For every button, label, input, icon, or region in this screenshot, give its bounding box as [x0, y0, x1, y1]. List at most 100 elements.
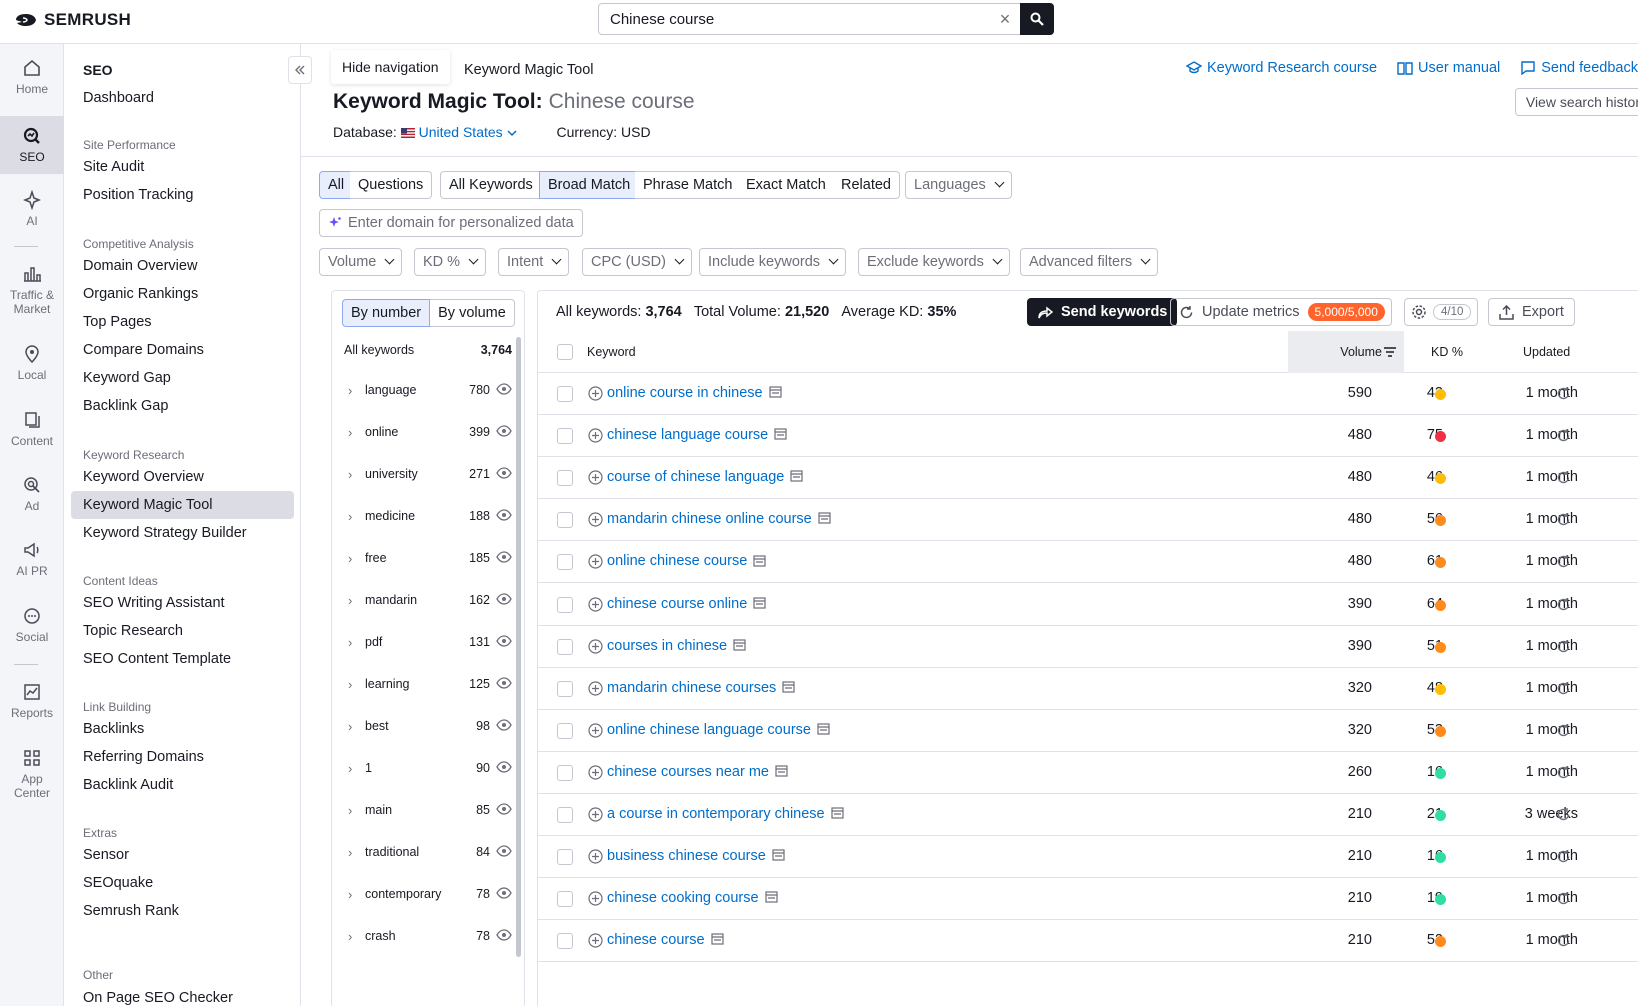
eye-icon[interactable]	[496, 887, 512, 899]
by-number-button[interactable]: By number	[342, 299, 431, 327]
filter-cpc[interactable]: CPC (USD)	[582, 248, 692, 276]
by-volume-button[interactable]: By volume	[430, 299, 515, 327]
row-checkbox[interactable]	[557, 764, 573, 781]
rail-ai-pr[interactable]: AI PR	[0, 540, 64, 582]
serp-icon[interactable]	[831, 807, 844, 819]
keyword-group-item[interactable]: › contemporary 78	[332, 873, 518, 915]
eye-icon[interactable]	[496, 761, 512, 773]
sidenav-item-keyword-strategy-builder[interactable]: Keyword Strategy Builder	[71, 519, 294, 547]
rail-traffic[interactable]: Traffic & Market	[0, 264, 64, 322]
keyword-group-item[interactable]: › free 185	[332, 537, 518, 579]
rail-reports[interactable]: Reports	[0, 682, 64, 724]
column-kd[interactable]: KD %	[1431, 331, 1463, 373]
rail-home[interactable]: Home	[0, 58, 64, 104]
rail-ai[interactable]: AI	[0, 190, 64, 230]
filter-kd[interactable]: KD %	[414, 248, 487, 276]
rail-content[interactable]: Content	[0, 410, 64, 452]
sidenav-item-semrush-rank[interactable]: Semrush Rank	[71, 897, 294, 925]
refresh-icon[interactable]	[1556, 386, 1571, 401]
refresh-icon[interactable]	[1556, 512, 1571, 527]
add-to-list-icon[interactable]	[588, 428, 603, 443]
refresh-icon[interactable]	[1556, 891, 1571, 906]
sidenav-item-dashboard[interactable]: Dashboard	[71, 84, 294, 112]
eye-icon[interactable]	[496, 509, 512, 521]
row-checkbox[interactable]	[557, 680, 573, 697]
row-checkbox[interactable]	[557, 596, 573, 613]
view-search-history-button[interactable]: View search history	[1514, 88, 1638, 116]
sidenav-item-referring-domains[interactable]: Referring Domains	[71, 743, 294, 771]
refresh-icon[interactable]	[1556, 639, 1571, 654]
add-to-list-icon[interactable]	[588, 933, 603, 948]
tab-questions[interactable]: Questions	[350, 171, 433, 199]
keyword-link[interactable]: mandarin chinese online course	[607, 511, 831, 527]
serp-icon[interactable]	[753, 554, 766, 567]
eye-icon[interactable]	[496, 383, 512, 395]
keyword-group-item[interactable]: › learning 125	[332, 663, 518, 705]
column-keyword[interactable]: Keyword	[587, 331, 636, 373]
row-checkbox[interactable]	[557, 470, 573, 487]
eye-icon[interactable]	[496, 845, 512, 857]
chevron-right-icon[interactable]: ›	[348, 803, 352, 818]
refresh-icon[interactable]	[1556, 428, 1571, 443]
refresh-icon[interactable]	[1556, 849, 1571, 864]
sidenav-item-backlink-audit[interactable]: Backlink Audit	[71, 771, 294, 799]
refresh-icon[interactable]	[1556, 681, 1571, 696]
chevron-right-icon[interactable]: ›	[348, 467, 352, 482]
rail-seo[interactable]: SEO	[0, 116, 64, 174]
chevron-right-icon[interactable]: ›	[348, 383, 352, 398]
rail-local[interactable]: Local	[0, 344, 64, 386]
database-selector[interactable]: United States	[400, 124, 521, 140]
search-input[interactable]	[599, 4, 990, 34]
keyword-group-item[interactable]: › pdf 131	[332, 621, 518, 663]
keyword-link[interactable]: online chinese course	[607, 553, 766, 569]
serp-icon[interactable]	[768, 386, 782, 398]
filter-advanced[interactable]: Advanced filters	[1020, 248, 1159, 276]
chevron-right-icon[interactable]: ›	[348, 425, 352, 440]
serp-icon[interactable]	[733, 639, 746, 651]
clear-search-icon[interactable]: ×	[990, 9, 1020, 30]
eye-icon[interactable]	[496, 929, 512, 941]
send-feedback-link[interactable]: Send feedback	[1520, 60, 1638, 76]
sidenav-item-topic-research[interactable]: Topic Research	[71, 617, 294, 645]
sidenav-item-keyword-overview[interactable]: Keyword Overview	[71, 463, 294, 491]
eye-icon[interactable]	[496, 677, 512, 689]
personalize-domain-input[interactable]: Enter domain for personalized data	[319, 209, 583, 237]
sidenav-item-top-pages[interactable]: Top Pages	[71, 308, 294, 336]
group-list-scrollbar[interactable]	[516, 337, 521, 957]
row-checkbox[interactable]	[557, 722, 573, 739]
tab-all[interactable]: All	[319, 171, 354, 199]
keyword-group-item[interactable]: › mandarin 162	[332, 579, 518, 621]
semrush-logo[interactable]: SEMRUSH	[14, 10, 131, 30]
languages-dropdown[interactable]: Languages	[905, 171, 1012, 199]
row-checkbox[interactable]	[557, 638, 573, 655]
keyword-group-item[interactable]: › online 399	[332, 411, 518, 453]
serp-icon[interactable]	[775, 765, 788, 777]
sidenav-item-backlink-gap[interactable]: Backlink Gap	[71, 392, 294, 420]
serp-icon[interactable]	[790, 470, 803, 482]
sidenav-item-on-page-seo-checker[interactable]: On Page SEO Checker	[71, 984, 294, 1006]
export-button[interactable]: Export	[1488, 298, 1575, 326]
tab-phrase-match[interactable]: Phrase Match	[635, 171, 742, 199]
sidenav-item-seoquake[interactable]: SEOquake	[71, 869, 294, 897]
refresh-icon[interactable]	[1556, 765, 1571, 780]
add-to-list-icon[interactable]	[588, 849, 603, 864]
chevron-right-icon[interactable]: ›	[348, 551, 352, 566]
chevron-right-icon[interactable]: ›	[348, 719, 352, 734]
tab-broad-match[interactable]: Broad Match	[539, 171, 640, 199]
row-checkbox[interactable]	[557, 428, 573, 445]
filter-volume[interactable]: Volume	[319, 248, 403, 276]
update-metrics-button[interactable]: Update metrics 5,000/5,000	[1170, 298, 1392, 326]
add-to-list-icon[interactable]	[588, 891, 603, 906]
keyword-link[interactable]: chinese course online	[607, 596, 766, 612]
eye-icon[interactable]	[496, 467, 512, 479]
keyword-group-item[interactable]: › 1 90	[332, 747, 518, 789]
serp-icon[interactable]	[710, 933, 724, 946]
keyword-link[interactable]: online chinese language course	[607, 722, 830, 738]
add-to-list-icon[interactable]	[588, 512, 603, 527]
chevron-right-icon[interactable]: ›	[348, 677, 352, 692]
keyword-link[interactable]: business chinese course	[607, 848, 785, 864]
serp-icon[interactable]	[774, 428, 787, 440]
add-to-list-icon[interactable]	[588, 765, 603, 780]
row-checkbox[interactable]	[557, 386, 573, 402]
keyword-link[interactable]: chinese language course	[607, 427, 787, 443]
